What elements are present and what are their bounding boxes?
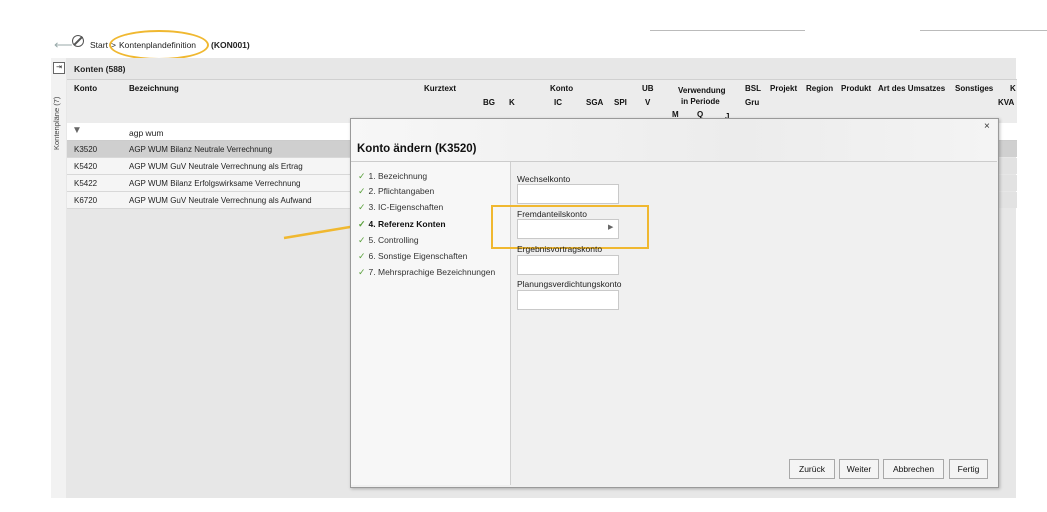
check-icon: ✓ [358, 171, 366, 181]
nav-item-sonstige-eigenschaften[interactable]: ✓ 6. Sonstige Eigenschaften [358, 251, 467, 262]
nav-label: 1. Bezeichnung [368, 171, 428, 181]
list-title: Konten (588) [74, 64, 126, 74]
check-icon: ✓ [358, 219, 366, 229]
table-row[interactable]: K3520 AGP WUM Bilanz Neutrale Verrechnun… [67, 141, 397, 158]
check-icon: ✓ [358, 235, 366, 245]
col-konto[interactable]: Konto [74, 84, 97, 93]
row-konto: K6720 [74, 196, 98, 205]
wechselkonto-field[interactable] [517, 184, 619, 204]
col-in-periode: in Periode [681, 97, 720, 106]
back-button[interactable]: Zurück [789, 459, 835, 479]
col-konto-group: Konto [550, 84, 574, 93]
check-icon: ✓ [358, 267, 366, 277]
col-bsl[interactable]: BSL [745, 84, 761, 93]
row-tail [997, 175, 1017, 191]
planungsverdichtungskonto-label: Planungsverdichtungskonto [517, 279, 622, 289]
top-divider-line [650, 30, 805, 31]
nav-item-controlling[interactable]: ✓ 5. Controlling [358, 235, 419, 246]
row-tail [997, 192, 1017, 208]
col-art-des-umsatzes[interactable]: Art des Umsatzes [878, 84, 945, 93]
check-icon: ✓ [358, 186, 366, 196]
col-bezeichnung[interactable]: Bezeichnung [129, 84, 179, 93]
row-konto: K5420 [74, 162, 98, 171]
highlight-ellipse [109, 30, 209, 60]
expand-panel-icon[interactable]: ⇥ [53, 62, 65, 74]
nav-label: 5. Controlling [368, 235, 419, 245]
close-icon[interactable]: × [984, 121, 990, 132]
highlight-box [491, 205, 649, 249]
col-spi[interactable]: SPI [614, 98, 627, 107]
col-sonstiges[interactable]: Sonstiges [955, 84, 993, 93]
nav-item-pflichtangaben[interactable]: ✓ 2. Pflichtangaben [358, 186, 434, 197]
nav-label: 2. Pflichtangaben [368, 186, 435, 196]
finish-button[interactable]: Fertig [949, 459, 988, 479]
cancel-button[interactable]: Abbrechen [883, 459, 944, 479]
check-icon: ✓ [358, 202, 366, 212]
table-row[interactable]: K5422 AGP WUM Bilanz Erfolgswirksame Ver… [67, 175, 397, 192]
nav-label: 3. IC-Eigenschaften [368, 202, 444, 212]
col-gru: Gru [745, 98, 760, 107]
breadcrumb-code: (KON001) [211, 40, 250, 50]
col-v: V [645, 98, 651, 107]
check-icon: ✓ [358, 251, 366, 261]
nav-item-bezeichnung[interactable]: ✓ 1. Bezeichnung [358, 171, 427, 182]
col-ub[interactable]: UB [642, 84, 654, 93]
planungsverdichtungskonto-field[interactable] [517, 290, 619, 310]
nav-label: 4. Referenz Konten [368, 219, 446, 229]
ergebnisvortragskonto-label: Ergebnisvortragskonto [517, 244, 603, 254]
col-projekt[interactable]: Projekt [770, 84, 797, 93]
filter-input[interactable]: agp wum [129, 128, 164, 138]
nav-item-referenz-konten[interactable]: ✓ 4. Referenz Konten [358, 219, 446, 230]
next-button[interactable]: Weiter [839, 459, 879, 479]
back-arrow-icon[interactable]: ⟵ [54, 37, 73, 53]
stop-icon[interactable] [72, 35, 84, 47]
row-bezeichnung: AGP WUM Bilanz Erfolgswirksame Verrechnu… [129, 179, 301, 188]
nav-label: 7. Mehrsprachige Bezeichnungen [368, 267, 496, 277]
row-konto: K5422 [74, 179, 98, 188]
nav-item-mehrsprachige-bezeichnungen[interactable]: ✓ 7. Mehrsprachige Bezeichnungen [358, 267, 495, 278]
col-bg[interactable]: BG [483, 98, 495, 107]
col-verwendung[interactable]: Verwendung [678, 86, 726, 95]
row-bezeichnung: AGP WUM GuV Neutrale Verrechnung als Auf… [129, 196, 312, 205]
table-row[interactable]: K6720 AGP WUM GuV Neutrale Verrechnung a… [67, 192, 397, 209]
row-tail [997, 141, 1017, 157]
wechselkonto-label: Wechselkonto [517, 174, 571, 184]
row-tail [997, 158, 1017, 174]
col-kv[interactable]: K [1010, 84, 1016, 93]
col-k[interactable]: K [509, 98, 515, 107]
ergebnisvortragskonto-field[interactable] [517, 255, 619, 275]
filter-icon[interactable]: ▼ [72, 125, 82, 136]
col-ic[interactable]: IC [554, 98, 562, 107]
table-row[interactable]: K5420 AGP WUM GuV Neutrale Verrechnung a… [67, 158, 397, 175]
col-sga[interactable]: SGA [586, 98, 603, 107]
dialog-header [351, 119, 997, 162]
col-kurztext[interactable]: Kurztext [424, 84, 456, 93]
row-bezeichnung: AGP WUM Bilanz Neutrale Verrechnung [129, 145, 273, 154]
nav-label: 6. Sonstige Eigenschaften [368, 251, 468, 261]
top-divider-line [920, 30, 1047, 31]
col-kva: KVA [998, 98, 1015, 107]
breadcrumb-start[interactable]: Start [90, 40, 108, 50]
row-konto: K3520 [74, 145, 98, 154]
nav-item-ic-eigenschaften[interactable]: ✓ 3. IC-Eigenschaften [358, 202, 443, 213]
dialog-title: Konto ändern (K3520) [357, 143, 477, 155]
row-bezeichnung: AGP WUM GuV Neutrale Verrechnung als Ert… [129, 162, 303, 171]
col-region[interactable]: Region [806, 84, 833, 93]
kontenplaene-tab[interactable]: Kontenpläne (7) [52, 80, 66, 150]
col-produkt[interactable]: Produkt [841, 84, 871, 93]
